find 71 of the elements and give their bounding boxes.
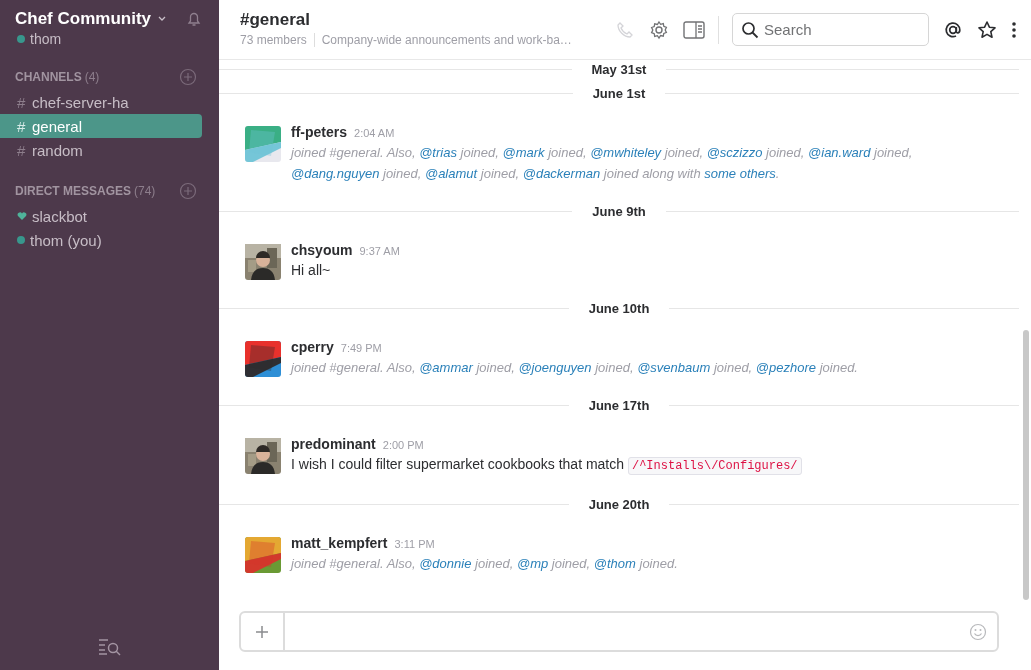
sidebar-item[interactable]: slackbot: [0, 204, 202, 228]
hash-symbol: #: [17, 117, 27, 135]
author-name[interactable]: cperry: [291, 339, 334, 355]
at-sign-icon[interactable]: [943, 19, 963, 40]
search-icon: [741, 21, 759, 39]
sidebar-item[interactable]: thom (you): [0, 228, 202, 252]
avatar-icon: [245, 341, 281, 377]
item-label: chef-server-ha: [32, 93, 129, 111]
mention-link[interactable]: @sczizzo: [706, 145, 763, 160]
sidebar-item[interactable]: # random: [0, 138, 202, 162]
mention-link[interactable]: @dackerman: [522, 166, 601, 181]
inline-code: /^Installs\/Configures/: [627, 457, 802, 475]
channel-title: #general: [240, 10, 311, 30]
item-label: random: [32, 141, 83, 159]
mention-link[interactable]: @alamut: [424, 166, 478, 181]
message-text: Hi all~: [291, 261, 332, 280]
heart-icon: [17, 211, 27, 221]
plus-icon: [255, 624, 269, 639]
bell-icon[interactable]: [185, 10, 203, 28]
team-name[interactable]: Chef Community: [15, 9, 151, 29]
filter-search-icon[interactable]: [96, 636, 123, 656]
avatar-icon: [245, 126, 281, 162]
author-name[interactable]: ff-peters: [291, 124, 347, 140]
sidebar-item[interactable]: # chef-server-ha: [0, 90, 202, 114]
mention-link[interactable]: @joenguyen: [518, 360, 592, 375]
mention-link[interactable]: some others: [704, 166, 776, 181]
item-label: slackbot: [32, 207, 88, 225]
message-text: I wish I could filter supermarket cookbooks that match /^Installs\/Configures/: [291, 454, 802, 477]
mention-link[interactable]: @donnie: [419, 556, 472, 571]
panel-icon[interactable]: [683, 20, 705, 39]
author-name[interactable]: matt_kempfert: [291, 535, 388, 551]
message-text: joined #general. Also, @donnie joined, @mp joined, @thom joined.: [291, 555, 678, 573]
section-count: (74): [134, 184, 156, 198]
settings-icon[interactable]: [649, 19, 669, 40]
add-icon[interactable]: [179, 182, 197, 200]
section-count: (4): [84, 70, 100, 84]
mention-link[interactable]: @pezhore: [755, 360, 817, 375]
avatar-icon: [245, 537, 281, 573]
member-count[interactable]: 73 members: [240, 33, 315, 47]
more-icon[interactable]: [1011, 20, 1017, 39]
section-title[interactable]: CHANNELS: [15, 70, 82, 84]
mention-link[interactable]: @trias: [419, 145, 457, 160]
timestamp[interactable]: 7:49 PM: [340, 342, 382, 354]
user-name: thom: [30, 31, 62, 47]
emoji-icon[interactable]: [969, 622, 987, 641]
section-title[interactable]: DIRECT MESSAGES: [15, 184, 131, 198]
item-label: thom (you): [30, 231, 102, 249]
timestamp[interactable]: 2:04 AM: [354, 127, 395, 139]
timestamp[interactable]: 9:37 AM: [359, 245, 400, 257]
author-name[interactable]: predominant: [291, 436, 376, 452]
mention-link[interactable]: @ian.ward: [808, 145, 871, 160]
mention-link[interactable]: @ammar: [419, 360, 473, 375]
author-name[interactable]: chsyoum: [291, 242, 353, 258]
hash-symbol: #: [17, 141, 27, 159]
search-field[interactable]: Search: [732, 13, 929, 46]
item-label: general: [32, 117, 83, 135]
mention-link[interactable]: @dang.nguyen: [291, 166, 380, 181]
timestamp[interactable]: 3:11 PM: [394, 538, 435, 550]
mention-link[interactable]: @svenbaum: [637, 360, 711, 375]
timestamp[interactable]: 2:00 PM: [382, 439, 424, 451]
hash-symbol: #: [17, 93, 27, 111]
channel-purpose: Company-wide announcements and work-ba…: [321, 33, 572, 47]
sidebar-item[interactable]: # general: [0, 114, 202, 138]
message-input[interactable]: [239, 611, 999, 652]
mention-link[interactable]: @mp: [516, 556, 549, 571]
add-icon[interactable]: [179, 68, 197, 86]
mention-link[interactable]: @mark: [502, 145, 545, 160]
star-icon[interactable]: [977, 19, 997, 40]
mention-link[interactable]: @thom: [593, 556, 636, 571]
scrollbar[interactable]: [1023, 330, 1029, 600]
mention-link[interactable]: @mwhiteley: [590, 145, 662, 160]
